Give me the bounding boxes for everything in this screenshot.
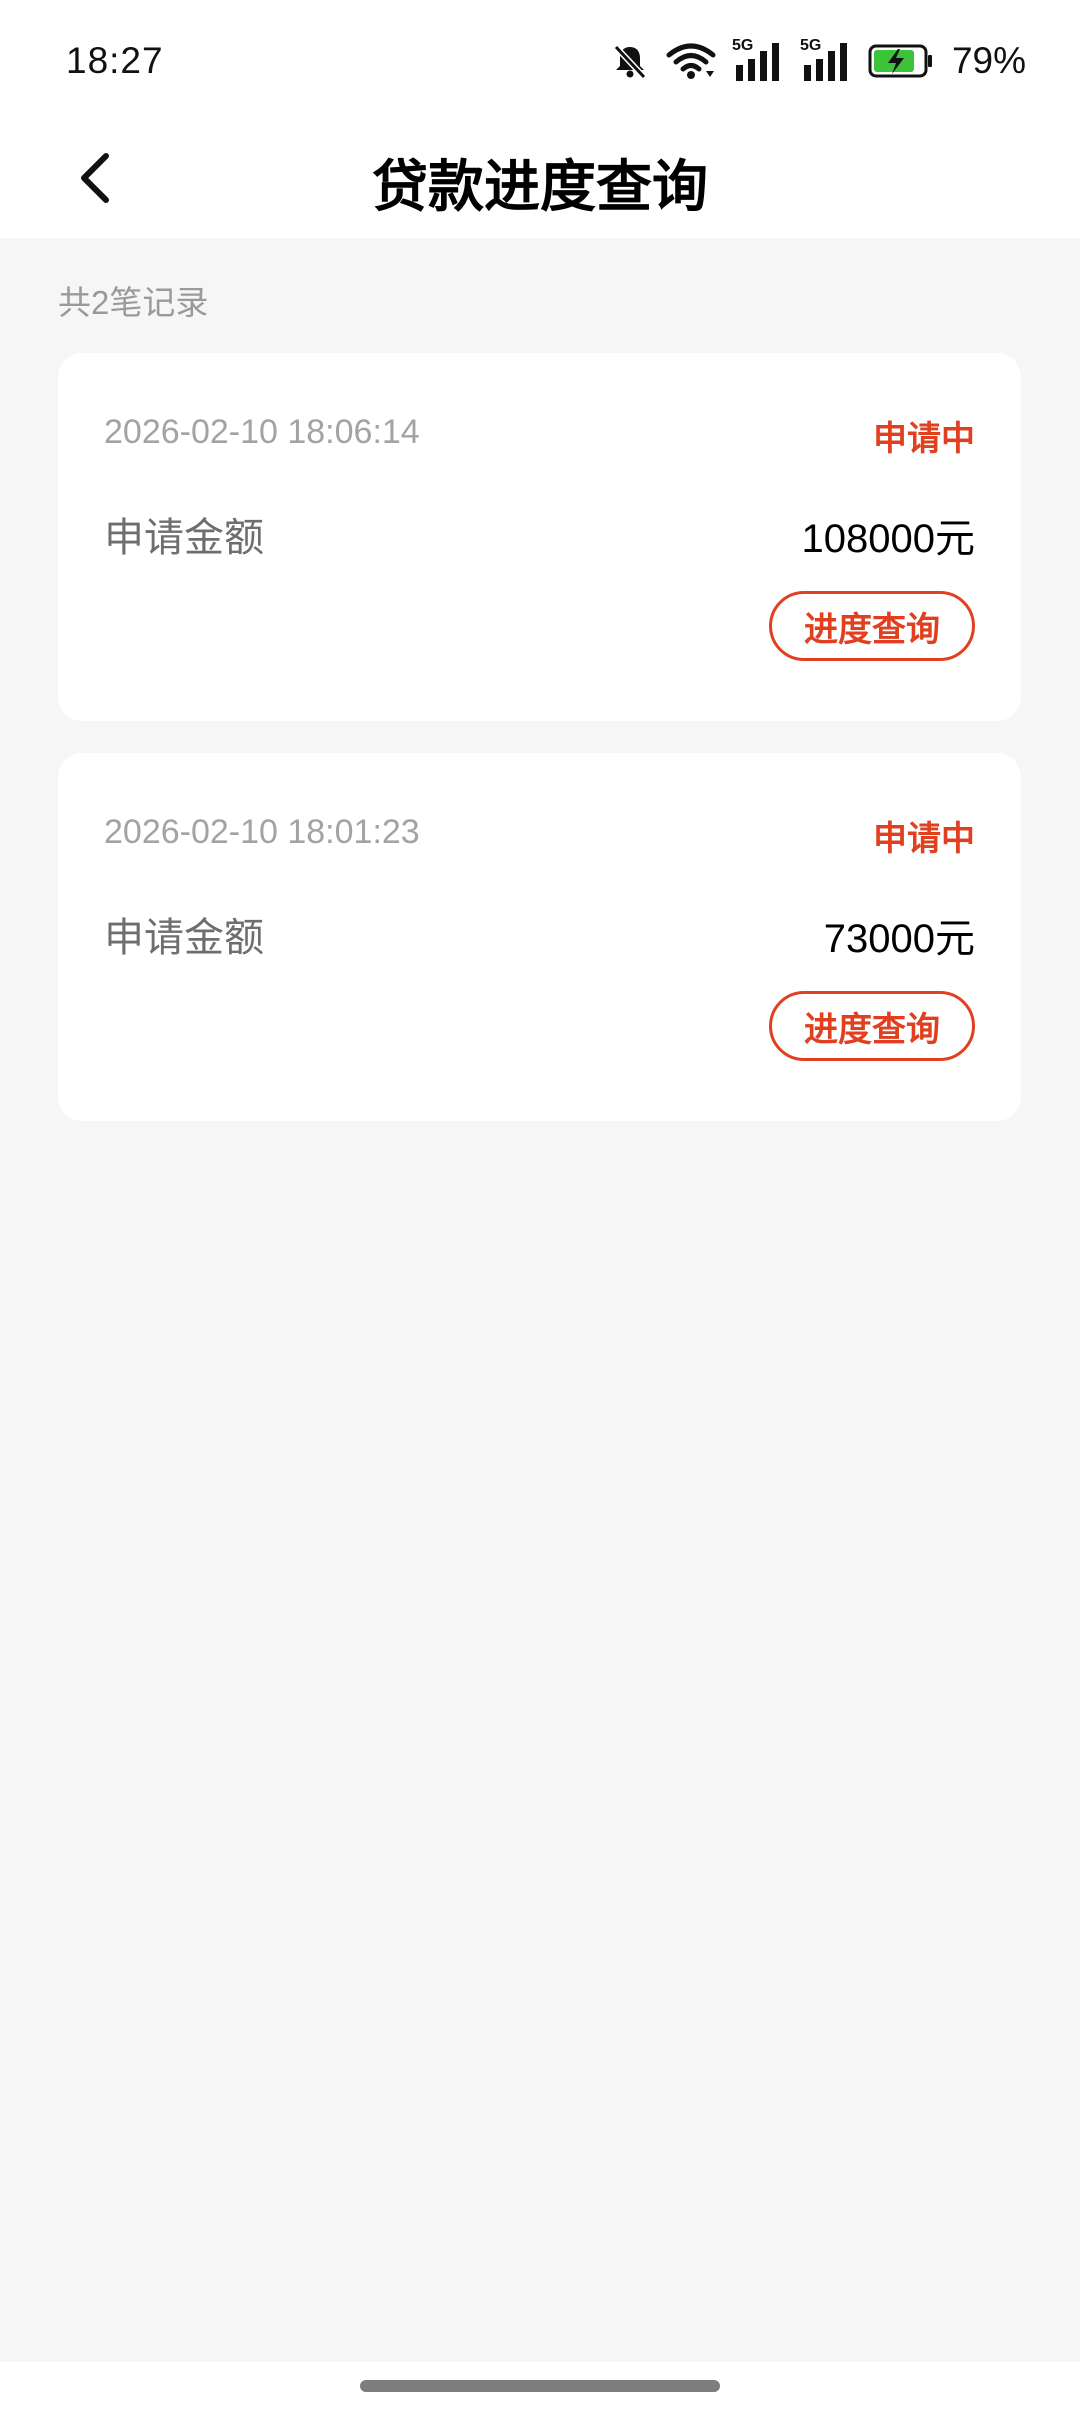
- status-bar: 18:27 5G 5G 79%: [0, 0, 1080, 120]
- status-time: 18:27: [66, 40, 164, 81]
- bell-muted-icon: [610, 41, 650, 81]
- progress-query-button[interactable]: 进度查询: [769, 991, 975, 1061]
- loan-progress-page: 18:27 5G 5G 79% 贷款进度查询 共2笔记录 2026-02-10 …: [0, 0, 1080, 2412]
- battery-charging-icon: [868, 41, 934, 81]
- status-badge: 申请中: [873, 820, 975, 858]
- status-icons: 5G 5G 79%: [610, 36, 1026, 86]
- progress-query-button[interactable]: 进度查询: [769, 591, 975, 661]
- record-time: 2026-02-10 18:06:14: [104, 413, 420, 451]
- amount-value: 108000元: [801, 517, 975, 561]
- wifi-icon: [666, 41, 716, 81]
- signal-5g-icon: 5G: [800, 37, 852, 83]
- amount-value: 73000元: [823, 917, 975, 961]
- signal-5g-icon: 5G: [732, 37, 784, 83]
- amount-label: 申请金额: [104, 916, 264, 960]
- loan-record-card: 2026-02-10 18:01:23 申请中 申请金额 73000元 进度查询: [58, 753, 1021, 1121]
- nav-bar: 贷款进度查询: [0, 120, 1080, 238]
- page-title: 贷款进度查询: [372, 155, 708, 218]
- record-count: 共2笔记录: [58, 284, 209, 321]
- loan-record-card: 2026-02-10 18:06:14 申请中 申请金额 108000元 进度查…: [58, 353, 1021, 721]
- home-indicator[interactable]: [360, 2380, 720, 2392]
- status-badge: 申请中: [873, 420, 975, 458]
- amount-label: 申请金额: [104, 516, 264, 560]
- battery-percent: 79%: [951, 40, 1026, 81]
- record-time: 2026-02-10 18:01:23: [104, 813, 420, 851]
